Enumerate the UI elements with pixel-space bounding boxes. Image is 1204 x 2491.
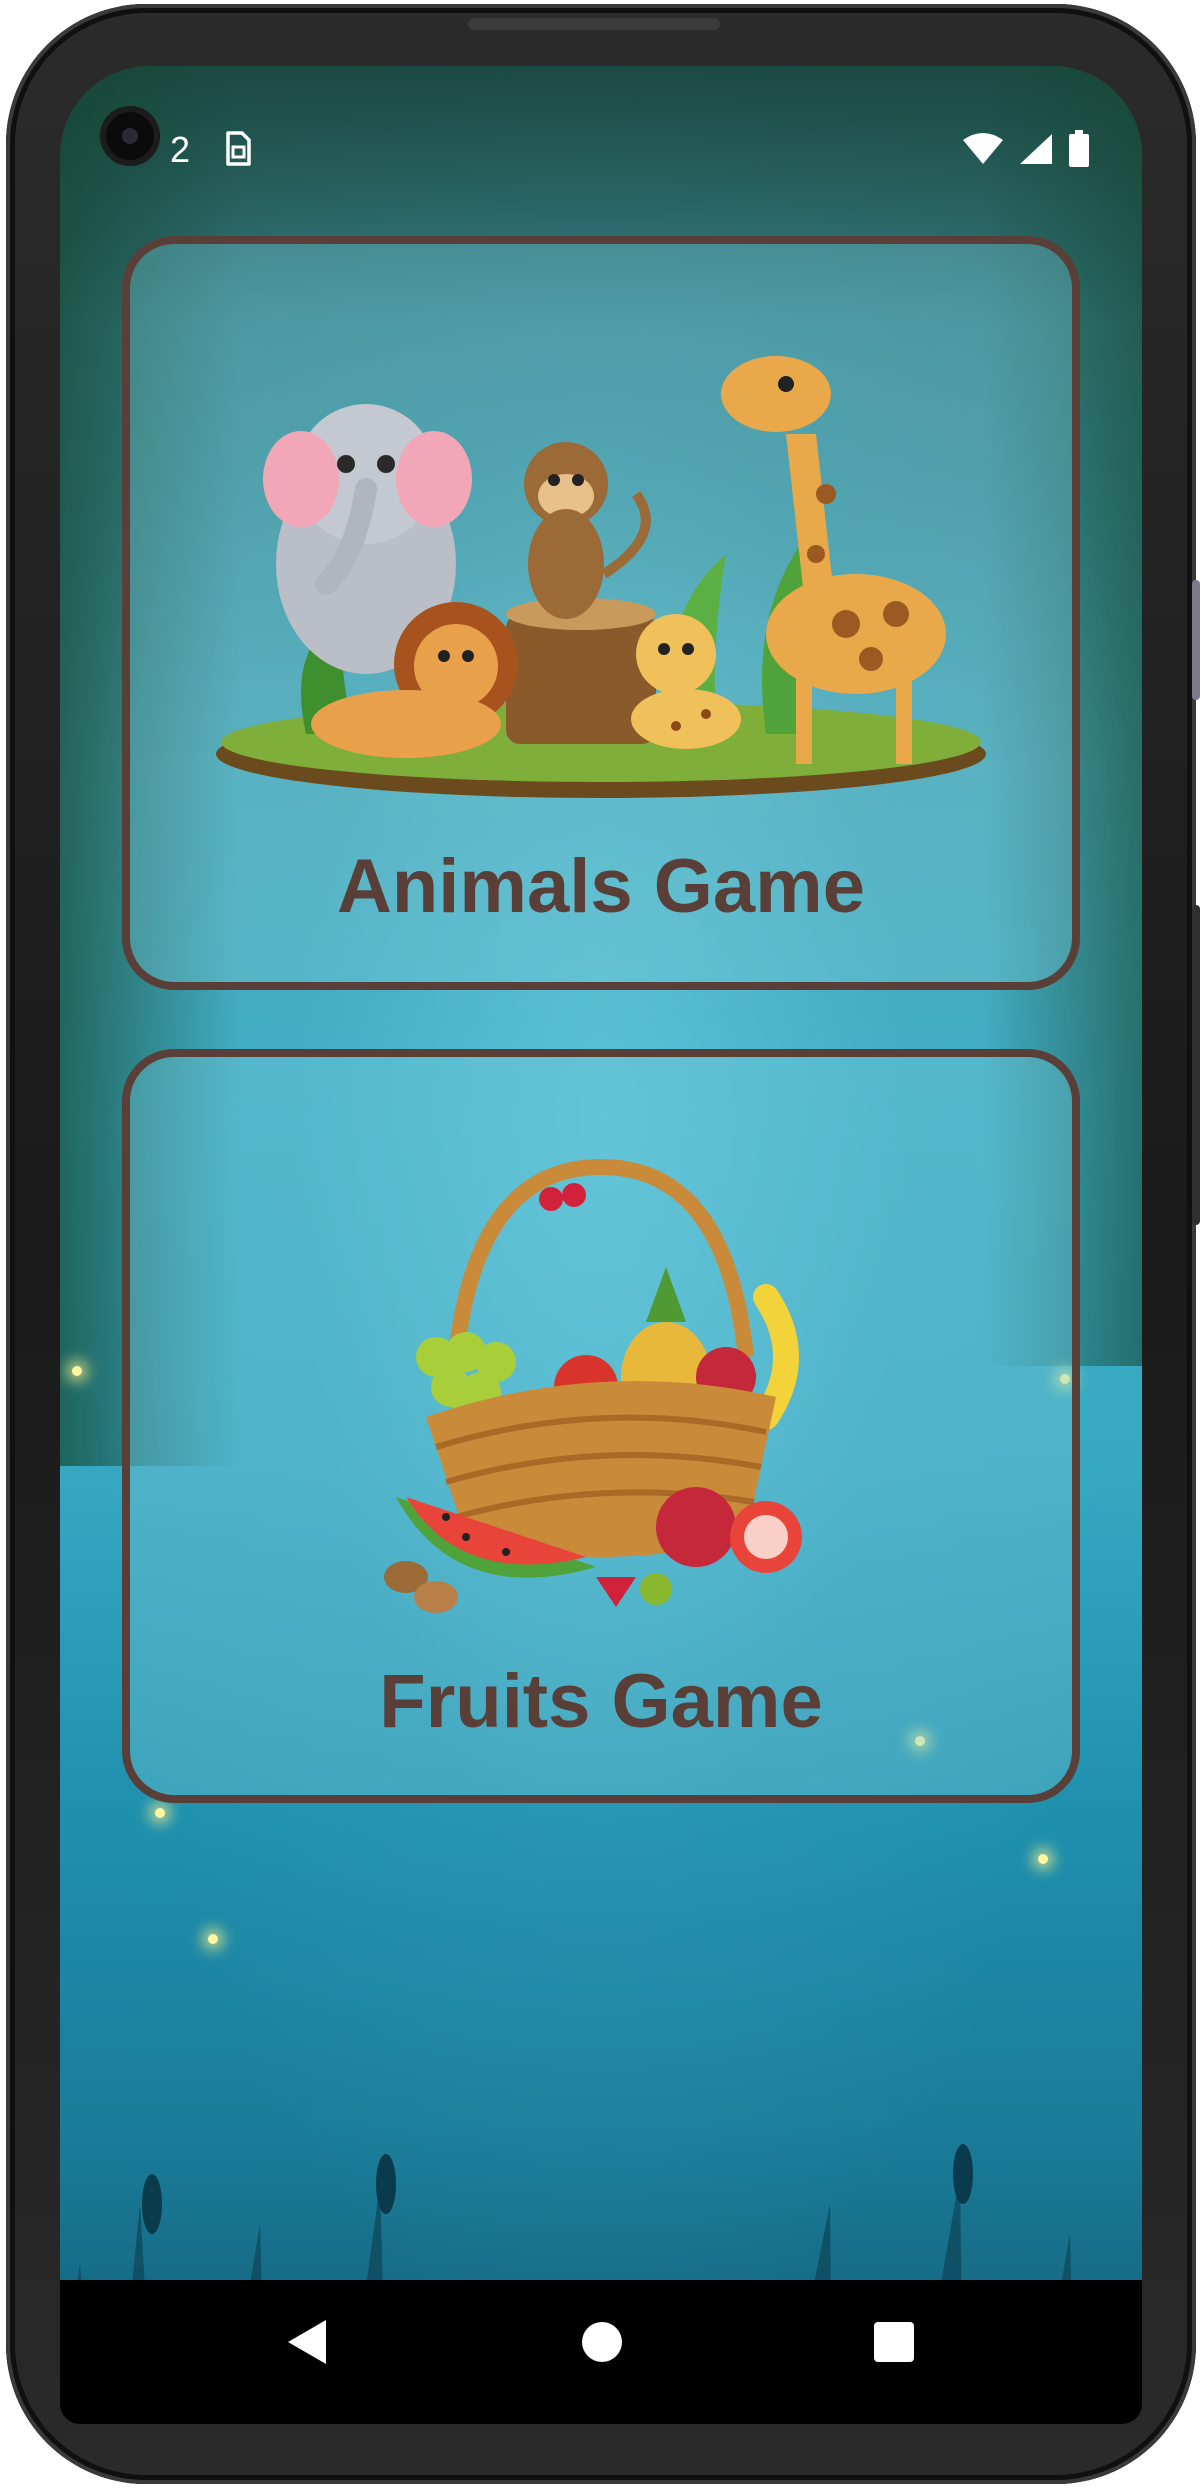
power-button bbox=[1192, 580, 1200, 700]
home-button[interactable] bbox=[570, 2310, 634, 2374]
app-screen: 2 Animals Game Fruits Game bbox=[60, 66, 1142, 2404]
jungle-animals-illustration bbox=[216, 356, 986, 798]
navigation-bar-base bbox=[60, 2404, 1142, 2424]
fruits-game-title: Fruits Game bbox=[379, 1659, 823, 1744]
back-icon bbox=[288, 2320, 326, 2364]
device: 2 Animals Game Fruits Game bbox=[0, 0, 1204, 2491]
firefly bbox=[155, 1808, 165, 1818]
animals-game-title: Animals Game bbox=[337, 844, 865, 929]
front-camera bbox=[100, 106, 160, 166]
fruit-basket-illustration bbox=[384, 1158, 802, 1613]
back-button[interactable] bbox=[275, 2310, 339, 2374]
fruits-game-card[interactable]: Fruits Game bbox=[122, 1049, 1080, 1803]
status-bar: 2 bbox=[60, 66, 1142, 178]
recents-button[interactable] bbox=[862, 2310, 926, 2374]
sim-card-icon bbox=[222, 130, 252, 172]
volume-button bbox=[1192, 905, 1200, 1225]
status-icons bbox=[962, 130, 1090, 172]
status-time: 2 bbox=[170, 129, 191, 170]
cellular-signal-icon bbox=[1018, 132, 1054, 170]
home-icon bbox=[582, 2322, 622, 2362]
firefly bbox=[1038, 1854, 1048, 1864]
animals-game-card[interactable]: Animals Game bbox=[122, 236, 1080, 990]
firefly bbox=[72, 1366, 82, 1376]
firefly bbox=[208, 1934, 218, 1944]
wifi-icon bbox=[962, 132, 1004, 170]
earpiece-speaker bbox=[468, 18, 720, 30]
battery-icon bbox=[1068, 130, 1090, 172]
recents-icon bbox=[874, 2322, 914, 2362]
